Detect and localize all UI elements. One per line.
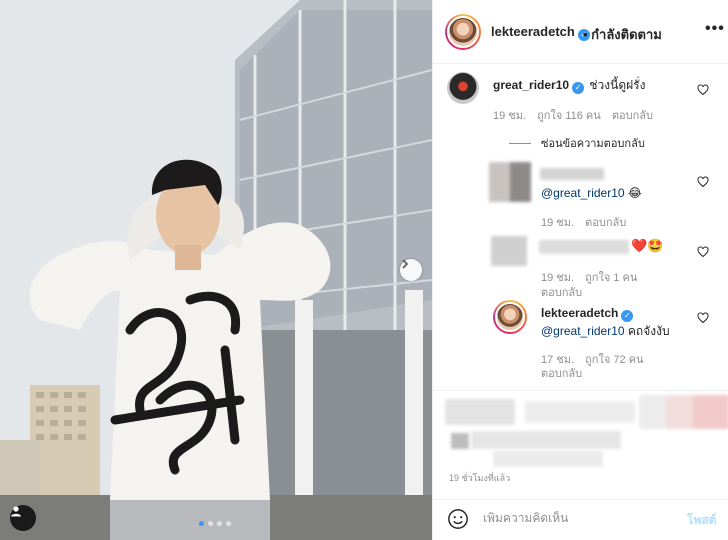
- heart-outline-icon[interactable]: [697, 246, 709, 258]
- next-image-button[interactable]: [400, 259, 422, 281]
- commenter-avatar[interactable]: [447, 72, 479, 104]
- reply-text: คถจังงับ: [627, 324, 670, 338]
- verified-badge-icon: ✓: [621, 310, 634, 322]
- reply-likes[interactable]: ถูกใจ 72 คน: [585, 354, 643, 366]
- verified-badge-icon: ✓: [572, 82, 585, 94]
- reply-emoji: ❤️🤩: [631, 238, 664, 253]
- reply-username[interactable]: [540, 168, 604, 180]
- carousel-dot: [208, 521, 213, 526]
- smiley-icon[interactable]: [447, 508, 469, 530]
- comment-meta: 19 ชม. ถูกใจ 116 คน ตอบกลับ: [493, 106, 653, 124]
- reply-emoji: 😂: [627, 186, 642, 200]
- author-avatar[interactable]: [445, 14, 481, 50]
- post-header: lekteeradetch ✓ • กำลังติดตาม •••: [433, 0, 728, 64]
- post-comment-button[interactable]: โพสต์: [687, 511, 716, 530]
- reply-username[interactable]: [539, 240, 629, 254]
- heart-outline-icon[interactable]: [697, 312, 709, 324]
- likes-summary: [493, 451, 603, 467]
- author-username[interactable]: lekteeradetch: [491, 24, 575, 39]
- likes-summary: [471, 431, 621, 449]
- reply-button[interactable]: ตอบกลับ: [541, 364, 582, 382]
- liked-by[interactable]: [525, 401, 635, 423]
- reply-avatar[interactable]: [493, 300, 527, 334]
- comment-input[interactable]: [483, 511, 673, 525]
- photo-illustration: [0, 0, 432, 540]
- tagged-users-button[interactable]: [10, 505, 36, 531]
- action-icons[interactable]: [445, 399, 515, 425]
- more-options-icon[interactable]: •••: [705, 20, 725, 38]
- carousel-dot: [217, 521, 222, 526]
- reply-button[interactable]: ตอบกลับ: [541, 283, 582, 301]
- reply-time: 19 ชม.: [541, 217, 575, 229]
- reply-avatar[interactable]: [491, 236, 527, 266]
- post-timestamp[interactable]: 19 ชั่วโมงที่แล้ว: [449, 471, 510, 485]
- action-icons[interactable]: [639, 395, 728, 429]
- heart-outline-icon[interactable]: [697, 176, 709, 188]
- reply-mention[interactable]: @great_rider10: [541, 186, 625, 200]
- liker-avatar: [451, 433, 469, 449]
- comment-composer: โพสต์: [433, 499, 728, 540]
- comment-text: ช่วงนี้ดูฝรั่ง: [589, 78, 646, 92]
- post-side-panel: lekteeradetch ✓ • กำลังติดตาม ••• great_r…: [432, 0, 728, 540]
- carousel-dot: [226, 521, 231, 526]
- reply-button[interactable]: ตอบกลับ: [612, 110, 653, 122]
- chevron-right-icon: [402, 259, 409, 269]
- reply-mention[interactable]: @great_rider10: [541, 324, 625, 338]
- hide-replies-toggle[interactable]: ซ่อนข้อความตอบกลับ: [509, 134, 645, 152]
- carousel-indicator: [199, 521, 231, 526]
- comment-likes[interactable]: ถูกใจ 116 คน: [537, 110, 601, 122]
- user-icon: [11, 506, 21, 517]
- reply-button[interactable]: ตอบกลับ: [585, 217, 626, 229]
- comment-time: 19 ชม.: [493, 110, 527, 122]
- follow-status-button[interactable]: กำลังติดตาม: [591, 27, 662, 42]
- post-photo[interactable]: [0, 0, 432, 540]
- heart-outline-icon[interactable]: [697, 84, 709, 96]
- reply-avatar[interactable]: [489, 162, 531, 202]
- comment-username[interactable]: great_rider10: [493, 78, 569, 92]
- reply-likes[interactable]: ถูกใจ 1 คน: [585, 272, 637, 284]
- carousel-dot: [199, 521, 204, 526]
- reply-username[interactable]: lekteeradetch: [541, 306, 618, 320]
